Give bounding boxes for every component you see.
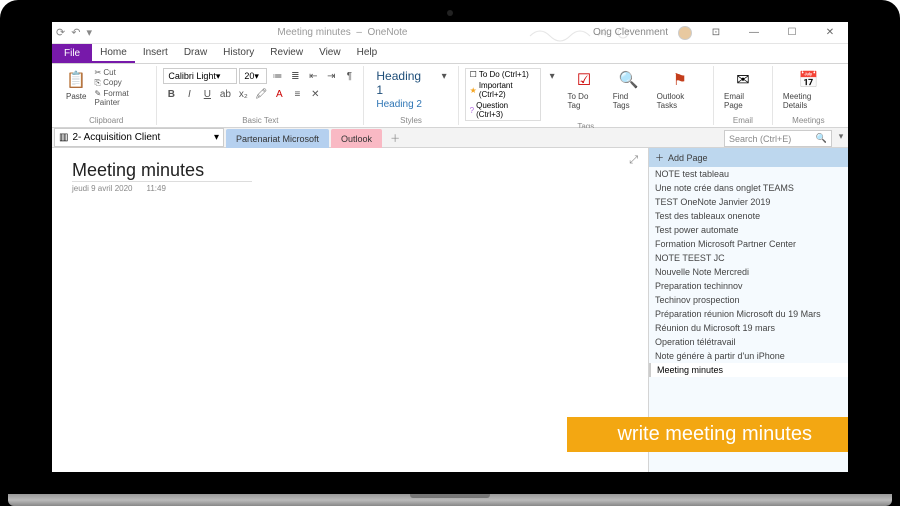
user-name[interactable]: Ong Clevenment: [593, 27, 668, 38]
page-list-item[interactable]: Formation Microsoft Partner Center: [649, 237, 848, 251]
strike-button[interactable]: ab: [217, 86, 233, 102]
minimize-button[interactable]: —: [740, 27, 768, 38]
tags-more-button[interactable]: ▾: [545, 68, 560, 84]
ribbon-tab-review[interactable]: Review: [262, 44, 311, 63]
ribbon-tab-view[interactable]: View: [311, 44, 349, 63]
undo-icon[interactable]: ↶: [71, 26, 80, 39]
meeting-details-button[interactable]: 📅 Meeting Details: [779, 68, 838, 112]
page-list-item[interactable]: Réunion du Microsoft 19 mars: [649, 321, 848, 335]
ribbon-tab-history[interactable]: History: [215, 44, 262, 63]
page-list-item[interactable]: NOTE test tableau: [649, 167, 848, 181]
page-list-item[interactable]: Une note crée dans onglet TEAMS: [649, 181, 848, 195]
bold-button[interactable]: B: [163, 86, 179, 102]
todo-tag-icon: ☑: [577, 70, 591, 90]
chevron-down-icon: ▾: [214, 132, 219, 143]
ribbon: 📋 Paste ✂ Cut ⎘ Copy ✎ Format Painter Cl…: [52, 64, 848, 128]
search-input[interactable]: Search (Ctrl+E) 🔍: [724, 130, 832, 147]
page-list-item[interactable]: NOTE TEEST JC: [649, 251, 848, 265]
title-bar: ⟳ ↶ ▾ Meeting minutes – OneNote Ong Clev…: [52, 22, 848, 44]
page-list-item[interactable]: Test power automate: [649, 223, 848, 237]
outlook-tasks-button[interactable]: ⚑ Outlook Tasks: [653, 68, 707, 112]
autosave-icon[interactable]: ⟳: [56, 26, 65, 39]
page-date[interactable]: jeudi 9 avril 2020: [72, 184, 132, 193]
paragraph-button[interactable]: ¶: [341, 68, 357, 84]
close-button[interactable]: ✕: [816, 27, 844, 38]
page-list-item[interactable]: Préparation réunion Microsoft du 19 Mars: [649, 307, 848, 321]
ribbon-tab-help[interactable]: Help: [349, 44, 386, 63]
highlight-button[interactable]: 🖍: [253, 86, 269, 102]
find-tags-button[interactable]: 🔍 Find Tags: [609, 68, 649, 112]
paste-button[interactable]: 📋 Paste: [62, 68, 90, 103]
ribbon-options-icon[interactable]: ⊡: [702, 27, 730, 38]
underline-button[interactable]: U: [199, 86, 215, 102]
page-list-item[interactable]: TEST OneNote Janvier 2019: [649, 195, 848, 209]
copy-button[interactable]: ⎘ Copy: [94, 78, 150, 88]
search-scope-button[interactable]: ▾: [834, 128, 848, 147]
italic-button[interactable]: I: [181, 86, 197, 102]
plus-icon: ＋: [655, 151, 664, 164]
page-list-item[interactable]: Test des tableaux onenote: [649, 209, 848, 223]
search-icon: 🔍: [816, 133, 827, 144]
fullscreen-icon[interactable]: ⤢: [629, 154, 638, 167]
align-button[interactable]: ≡: [289, 86, 305, 102]
maximize-button[interactable]: ☐: [778, 27, 806, 38]
outdent-button[interactable]: ⇤: [305, 68, 321, 84]
note-canvas[interactable]: ⤢ Meeting minutes jeudi 9 avril 2020 11:…: [52, 148, 648, 472]
search-icon: 🔍: [619, 70, 639, 90]
ribbon-tab-draw[interactable]: Draw: [176, 44, 215, 63]
calendar-icon: 📅: [798, 70, 818, 90]
styles-group-label: Styles: [370, 115, 451, 125]
section-bar: ▥ 2- Acquisition Client ▾ Partenariat Mi…: [52, 128, 848, 148]
page-list-item[interactable]: Operation télétravail: [649, 335, 848, 349]
page-list-item[interactable]: Nouvelle Note Mercredi: [649, 265, 848, 279]
star-icon: ★: [470, 86, 477, 95]
basic-text-group-label: Basic Text: [163, 115, 357, 125]
meetings-group-label: Meetings: [779, 115, 838, 125]
heading1-style[interactable]: Heading 1: [370, 68, 432, 98]
ribbon-tabs: File HomeInsertDrawHistoryReviewViewHelp: [52, 44, 848, 64]
styles-more-button[interactable]: ▾: [437, 68, 452, 84]
toast-banner: write meeting minutes: [567, 417, 848, 452]
flag-icon: ⚑: [673, 70, 687, 90]
email-group-label: Email: [720, 115, 766, 125]
page-list-item[interactable]: Meeting minutes: [649, 363, 848, 377]
page-list-item[interactable]: Preparation techinnov: [649, 279, 848, 293]
todo-tag-button[interactable]: ☑ To Do Tag: [564, 68, 605, 112]
format-painter-button[interactable]: ✎ Format Painter: [94, 89, 150, 107]
ribbon-tab-insert[interactable]: Insert: [135, 44, 176, 63]
page-title[interactable]: Meeting minutes: [72, 160, 252, 182]
user-avatar-icon[interactable]: [678, 26, 692, 40]
checkbox-icon: ☐: [470, 70, 477, 79]
email-page-button[interactable]: ✉ Email Page: [720, 68, 766, 112]
envelope-icon: ✉: [736, 70, 749, 90]
page-time[interactable]: 11:49: [146, 184, 165, 193]
font-name-select[interactable]: Calibri Light ▾: [163, 68, 237, 84]
font-size-select[interactable]: 20 ▾: [239, 68, 267, 84]
page-list-item[interactable]: Techinov prospection: [649, 293, 848, 307]
indent-button[interactable]: ⇥: [323, 68, 339, 84]
subscript-button[interactable]: x₂: [235, 86, 251, 102]
section-tab[interactable]: Partenariat Microsoft: [226, 129, 329, 148]
font-color-button[interactable]: A: [271, 86, 287, 102]
notebook-dropdown[interactable]: ▥ 2- Acquisition Client ▾: [54, 128, 224, 147]
section-tab[interactable]: Outlook: [331, 129, 382, 148]
clipboard-group-label: Clipboard: [62, 115, 150, 125]
cut-button[interactable]: ✂ Cut: [94, 68, 150, 77]
clipboard-icon: 📋: [66, 70, 86, 90]
question-icon: ?: [470, 106, 474, 115]
bullets-button[interactable]: ≔: [269, 68, 285, 84]
tag-gallery[interactable]: ☐To Do (Ctrl+1) ★Important (Ctrl+2) ?Que…: [465, 68, 541, 121]
window-title: Meeting minutes – OneNote: [92, 27, 593, 38]
page-list-item[interactable]: Note génére à partir d'un iPhone: [649, 349, 848, 363]
notebook-icon: ▥: [59, 132, 68, 143]
file-tab[interactable]: File: [52, 44, 92, 63]
add-page-button[interactable]: ＋ Add Page: [649, 148, 848, 167]
clear-format-button[interactable]: ✕: [307, 86, 323, 102]
numbering-button[interactable]: ≣: [287, 68, 303, 84]
add-section-button[interactable]: ＋: [382, 128, 408, 147]
heading2-style[interactable]: Heading 2: [370, 98, 432, 111]
ribbon-tab-home[interactable]: Home: [92, 44, 135, 63]
